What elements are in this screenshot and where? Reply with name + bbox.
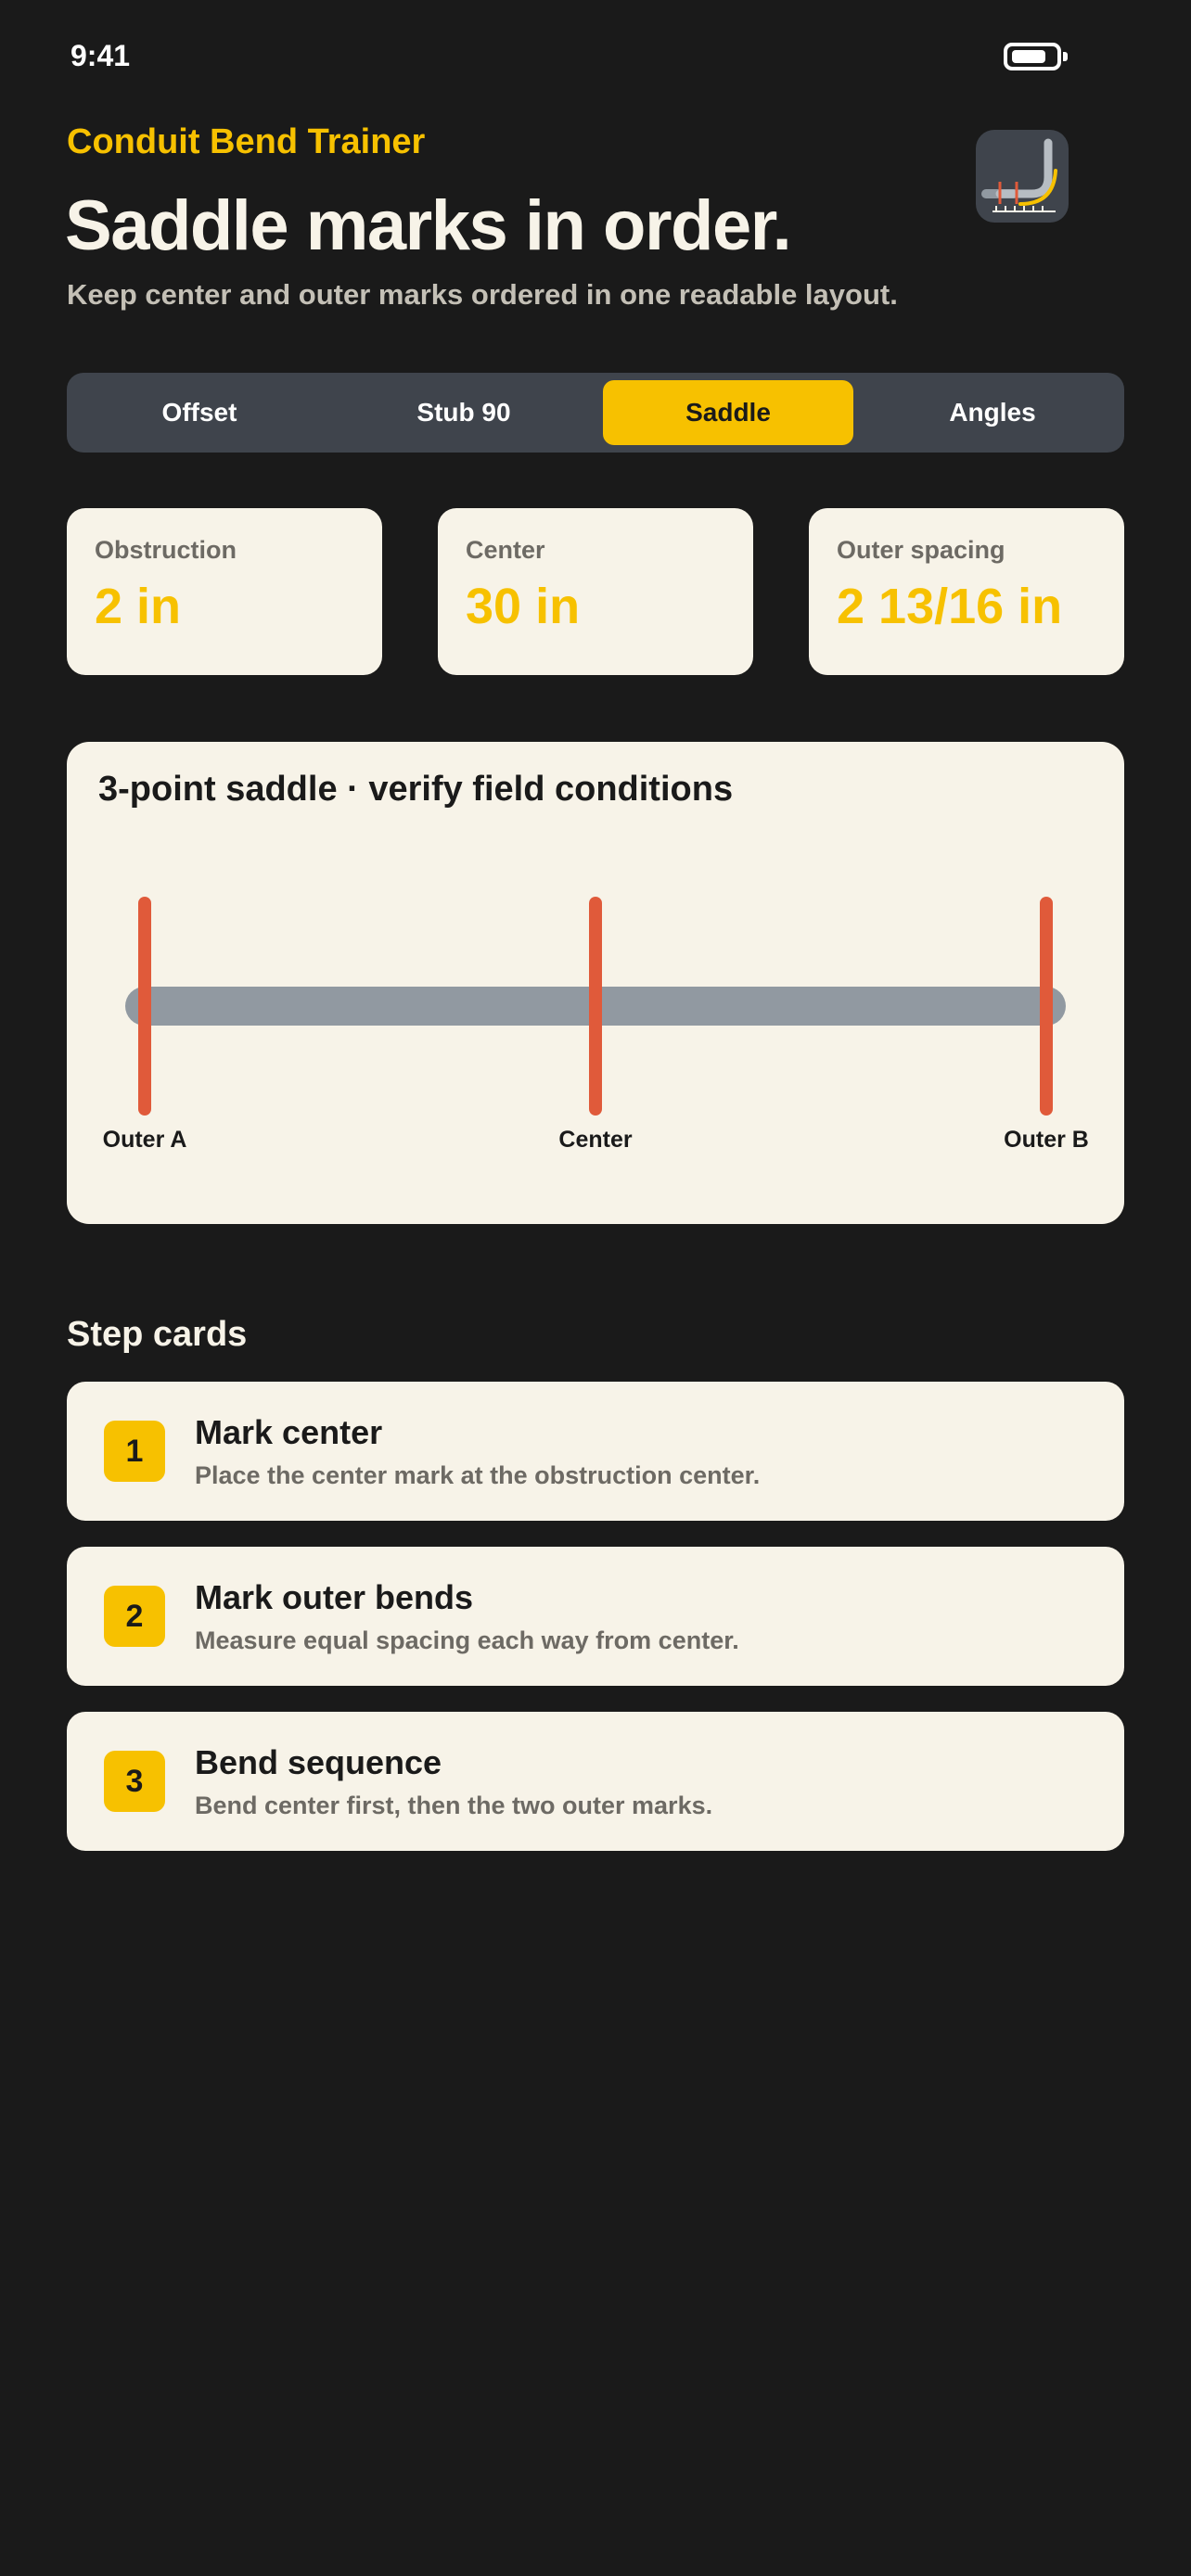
conduit-bend-app-icon: [976, 130, 1069, 223]
stat-label: Center: [466, 536, 545, 564]
bend-type-tabs: Offset Stub 90 Saddle Angles: [67, 373, 1124, 453]
step-title: Mark center: [195, 1413, 383, 1451]
stat-card-center: Center 30 in: [438, 508, 753, 675]
app-title: Conduit Bend Trainer: [67, 122, 426, 161]
battery-icon: [1004, 43, 1068, 70]
step-card[interactable]: 3 Bend sequence Bend center first, then …: [67, 1712, 1124, 1851]
step-number-badge: 1: [104, 1421, 165, 1482]
saddle-diagram-card: 3-point saddle · verify field conditions…: [67, 742, 1124, 1224]
tab-offset[interactable]: Offset: [74, 380, 325, 445]
stat-card-obstruction: Obstruction 2 in: [67, 508, 382, 675]
tab-saddle[interactable]: Saddle: [603, 380, 853, 445]
step-description: Bend center first, then the two outer ma…: [195, 1792, 713, 1819]
step-cards-title: Step cards: [67, 1315, 248, 1354]
status-time: 9:41: [70, 39, 131, 72]
stat-value: 2 13/16 in: [837, 579, 1063, 634]
page-headline: Saddle marks in order.: [65, 186, 792, 265]
step-description: Measure equal spacing each way from cent…: [195, 1626, 739, 1654]
center-label: Center: [558, 1127, 632, 1153]
tab-stub-90[interactable]: Stub 90: [339, 380, 589, 445]
outer-a-label: Outer A: [103, 1127, 187, 1153]
step-card[interactable]: 1 Mark center Place the center mark at t…: [67, 1382, 1124, 1521]
saddle-diagram: Outer A Center Outer B: [103, 897, 1089, 1153]
step-title: Bend sequence: [195, 1743, 442, 1781]
stat-label: Outer spacing: [837, 536, 1005, 564]
stat-value: 2 in: [95, 579, 182, 634]
step-description: Place the center mark at the obstruction…: [195, 1461, 761, 1489]
step-number-badge: 2: [104, 1586, 165, 1647]
stat-value: 30 in: [466, 579, 581, 634]
stat-label: Obstruction: [95, 536, 237, 564]
step-number-badge: 3: [104, 1751, 165, 1812]
step-card[interactable]: 2 Mark outer bends Measure equal spacing…: [67, 1547, 1124, 1686]
stat-card-outer-spacing: Outer spacing 2 13/16 in: [809, 508, 1124, 675]
page-subline: Keep center and outer marks ordered in o…: [67, 278, 898, 311]
tab-angles[interactable]: Angles: [867, 380, 1118, 445]
outer-b-label: Outer B: [1004, 1127, 1089, 1153]
step-title: Mark outer bends: [195, 1578, 474, 1616]
